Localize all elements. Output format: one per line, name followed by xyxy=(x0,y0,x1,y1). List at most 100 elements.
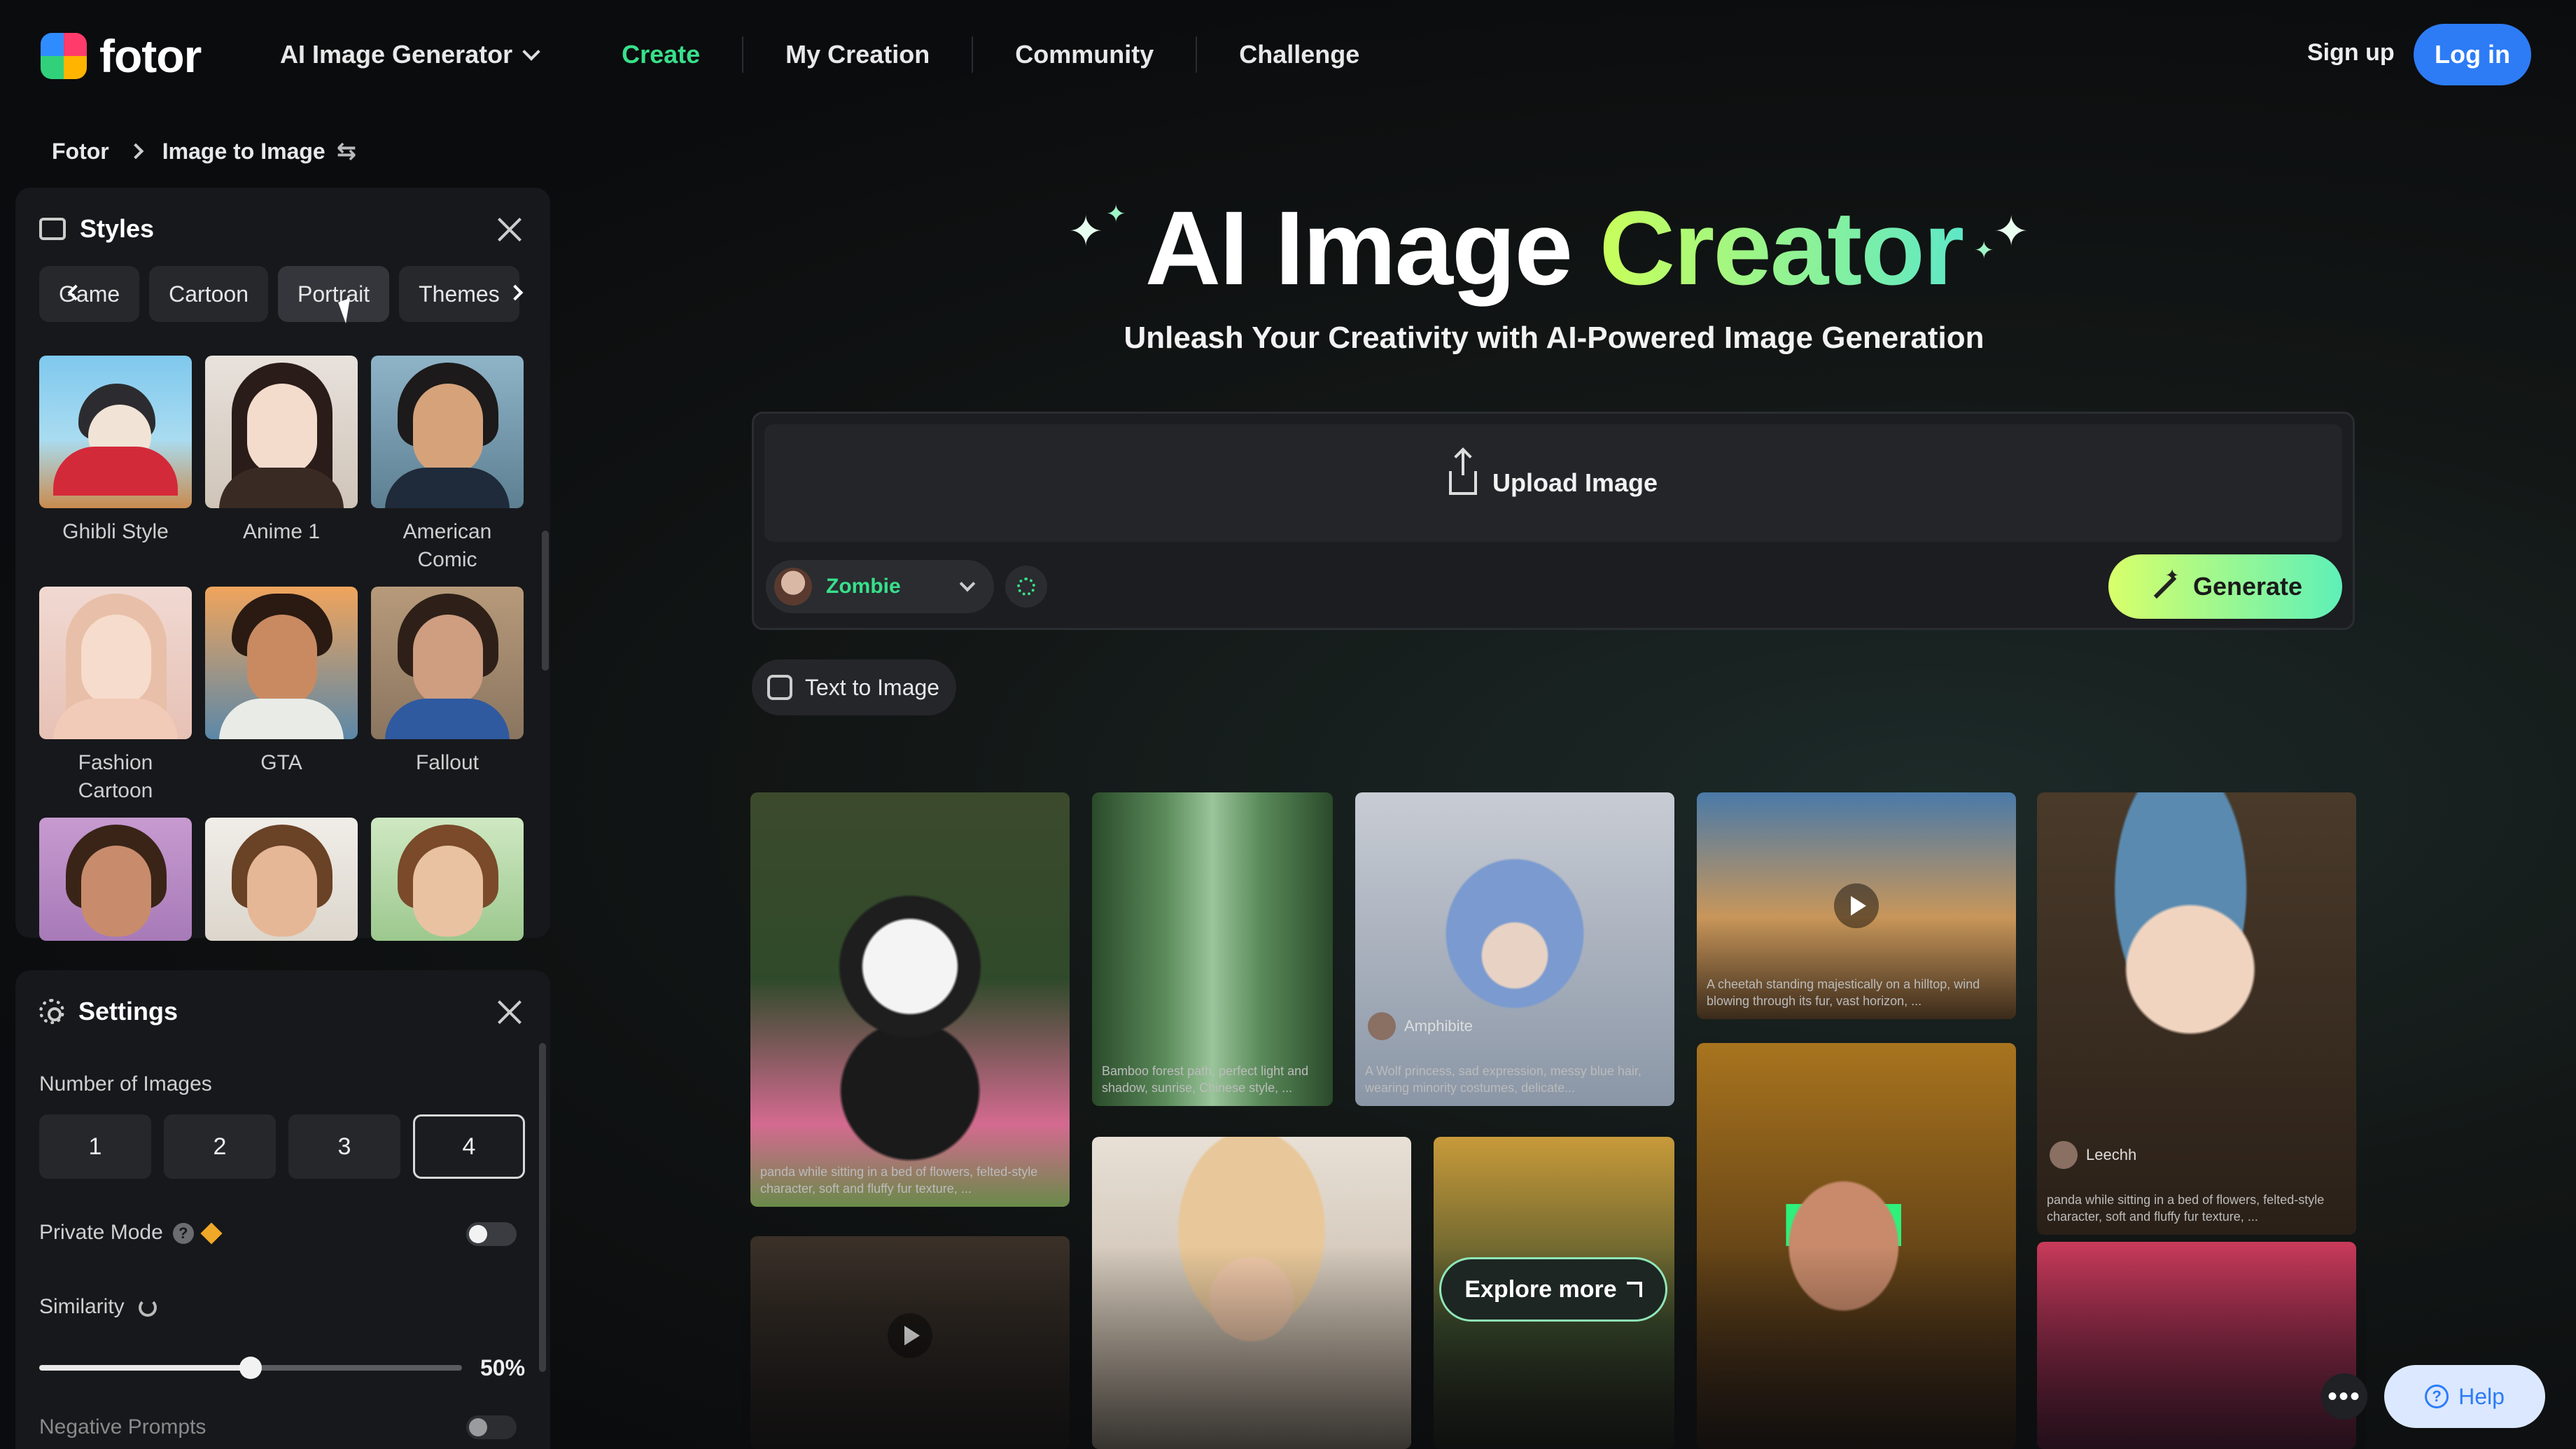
image-icon xyxy=(39,218,66,240)
more-options-button[interactable]: ••• xyxy=(2321,1373,2367,1420)
style-label: Fallout xyxy=(415,751,479,774)
image-caption: panda while sitting in a bed of flowers,… xyxy=(760,1165,1038,1196)
style-anime-1[interactable]: Anime 1 xyxy=(205,356,358,574)
gear-icon xyxy=(1017,578,1035,596)
private-mode-row: Private Mode? xyxy=(39,1221,223,1245)
play-icon[interactable] xyxy=(888,1313,932,1358)
close-styles-icon[interactable] xyxy=(496,216,524,244)
similarity-slider-handle[interactable] xyxy=(239,1357,262,1379)
question-icon[interactable]: ? xyxy=(172,1223,194,1245)
similarity-row: Similarity xyxy=(39,1295,157,1319)
style-thumbnail xyxy=(39,356,192,508)
nav-my-creation[interactable]: My Creation xyxy=(743,36,974,73)
settings-scrollbar[interactable] xyxy=(539,1043,546,1372)
text-to-image-button[interactable]: Text to Image xyxy=(752,659,956,715)
negative-prompts-label: Negative Prompts xyxy=(39,1415,206,1438)
reset-icon[interactable] xyxy=(138,1298,157,1317)
style-item-7[interactable] xyxy=(39,818,192,951)
app-frame: fotor AI Image Generator Create My Creat… xyxy=(0,0,2576,1449)
style-thumb-shape xyxy=(385,468,510,508)
help-button[interactable]: ? Help xyxy=(2384,1365,2545,1428)
style-gta[interactable]: GTA xyxy=(205,587,358,805)
more-icon: ••• xyxy=(2327,1380,2361,1412)
num-images-3[interactable]: 3 xyxy=(288,1114,400,1179)
style-item-9[interactable] xyxy=(371,818,524,951)
gallery-wolf-girl[interactable]: Amphibite A Wolf princess, sad expressio… xyxy=(1355,792,1674,1106)
upload-label: Upload Image xyxy=(1492,468,1658,497)
fotor-logo[interactable]: fotor xyxy=(41,29,202,83)
tab-portrait[interactable]: Portrait xyxy=(277,266,390,322)
upload-image-area[interactable]: Upload Image xyxy=(764,424,2342,542)
gallery-red-forest[interactable] xyxy=(2037,1242,2356,1449)
private-mode-toggle[interactable] xyxy=(466,1222,517,1246)
image-caption: A cheetah standing majestically on a hil… xyxy=(1707,977,1980,1008)
page-subtitle: Unleash Your Creativity with AI-Powered … xyxy=(1124,321,1984,355)
generate-button[interactable]: Generate xyxy=(2108,554,2342,619)
breadcrumb: Fotor Image to Image ⇆ xyxy=(52,137,356,165)
gallery-bamboo[interactable]: Bamboo forest path, perfect light and sh… xyxy=(1092,792,1333,1106)
style-fashion-cartoon[interactable]: Fashion Cartoon xyxy=(39,587,192,805)
text-to-image-label: Text to Image xyxy=(805,674,940,700)
style-thumb-shape xyxy=(81,615,151,706)
breadcrumb-fotor[interactable]: Fotor xyxy=(52,139,109,164)
text-image-icon xyxy=(767,675,792,700)
user-avatar xyxy=(1368,1012,1396,1040)
image-caption: panda while sitting in a bed of flowers,… xyxy=(2047,1193,2325,1224)
gallery-user[interactable]: Amphibite xyxy=(1368,1012,1473,1040)
nav-label: My Creation xyxy=(785,40,930,69)
style-label: Anime 1 xyxy=(242,520,321,543)
nav-ai-image-generator[interactable]: AI Image Generator xyxy=(280,36,580,73)
nav-create[interactable]: Create xyxy=(580,36,744,73)
settings-header: Settings xyxy=(39,997,178,1026)
style-grid: Ghibli Style Anime 1 American Comic Fash… xyxy=(39,356,532,951)
num-images-4[interactable]: 4 xyxy=(413,1114,525,1179)
style-american-comic[interactable]: American Comic xyxy=(371,356,524,574)
style-thumb-shape xyxy=(385,699,510,739)
magic-wand-icon xyxy=(2148,566,2179,602)
style-fallout[interactable]: Fallout xyxy=(371,587,524,805)
style-thumb-shape xyxy=(413,384,483,475)
nav-community[interactable]: Community xyxy=(973,36,1198,73)
gallery-cowgirl[interactable] xyxy=(1092,1137,1411,1449)
style-thumbnail xyxy=(205,818,358,941)
explore-more-button[interactable]: Explore more xyxy=(1439,1257,1667,1322)
play-icon[interactable] xyxy=(1834,883,1879,928)
style-item-8[interactable] xyxy=(205,818,358,951)
gallery-user[interactable]: Leechh xyxy=(2050,1141,2136,1169)
number-of-images-selector: 1 2 3 4 xyxy=(39,1114,525,1179)
gallery-cyber-girl[interactable] xyxy=(1697,1043,2016,1449)
breadcrumb-image-to-image[interactable]: Image to Image xyxy=(162,139,326,164)
num-images-2[interactable]: 2 xyxy=(164,1114,276,1179)
nav-challenge[interactable]: Challenge xyxy=(1197,36,1401,73)
style-thumbnail xyxy=(205,356,358,508)
gallery-cheetah[interactable]: A cheetah standing majestically on a hil… xyxy=(1697,792,2016,1019)
close-settings-icon[interactable] xyxy=(496,998,524,1026)
similarity-label: Similarity xyxy=(39,1295,125,1318)
style-thumb-shape xyxy=(413,615,483,706)
model-dropdown[interactable]: Zombie xyxy=(766,560,994,613)
user-name: Leechh xyxy=(2086,1146,2137,1163)
login-button[interactable]: Log in xyxy=(2414,24,2531,85)
style-thumbnail xyxy=(371,818,524,941)
styles-scrollbar[interactable] xyxy=(542,531,549,671)
gallery-ruins[interactable] xyxy=(750,1236,1070,1449)
tab-cartoon[interactable]: Cartoon xyxy=(149,266,268,322)
number-of-images-label: Number of Images xyxy=(39,1072,212,1096)
style-ghibli[interactable]: Ghibli Style xyxy=(39,356,192,574)
gallery-panda[interactable]: panda while sitting in a bed of flowers,… xyxy=(750,792,1070,1207)
gear-icon xyxy=(39,999,64,1024)
swap-icon[interactable]: ⇆ xyxy=(337,137,357,165)
style-thumb-shape xyxy=(247,615,317,706)
num-images-1[interactable]: 1 xyxy=(39,1114,151,1179)
image-caption: A Wolf princess, sad expression, messy b… xyxy=(1365,1064,1642,1095)
signup-link[interactable]: Sign up xyxy=(2307,39,2395,66)
gallery-earring-girl[interactable]: Leechh panda while sitting in a bed of f… xyxy=(2037,792,2356,1235)
negative-prompts-toggle[interactable] xyxy=(466,1415,517,1439)
upload-icon xyxy=(1448,450,1477,495)
tab-game[interactable]: Game xyxy=(39,266,140,322)
style-thumb-shape xyxy=(53,447,178,496)
arrow-up-right-icon xyxy=(1626,1282,1642,1297)
tab-themes[interactable]: Themes xyxy=(399,266,519,322)
model-settings-button[interactable] xyxy=(1005,566,1047,608)
style-thumbnail xyxy=(371,587,524,739)
